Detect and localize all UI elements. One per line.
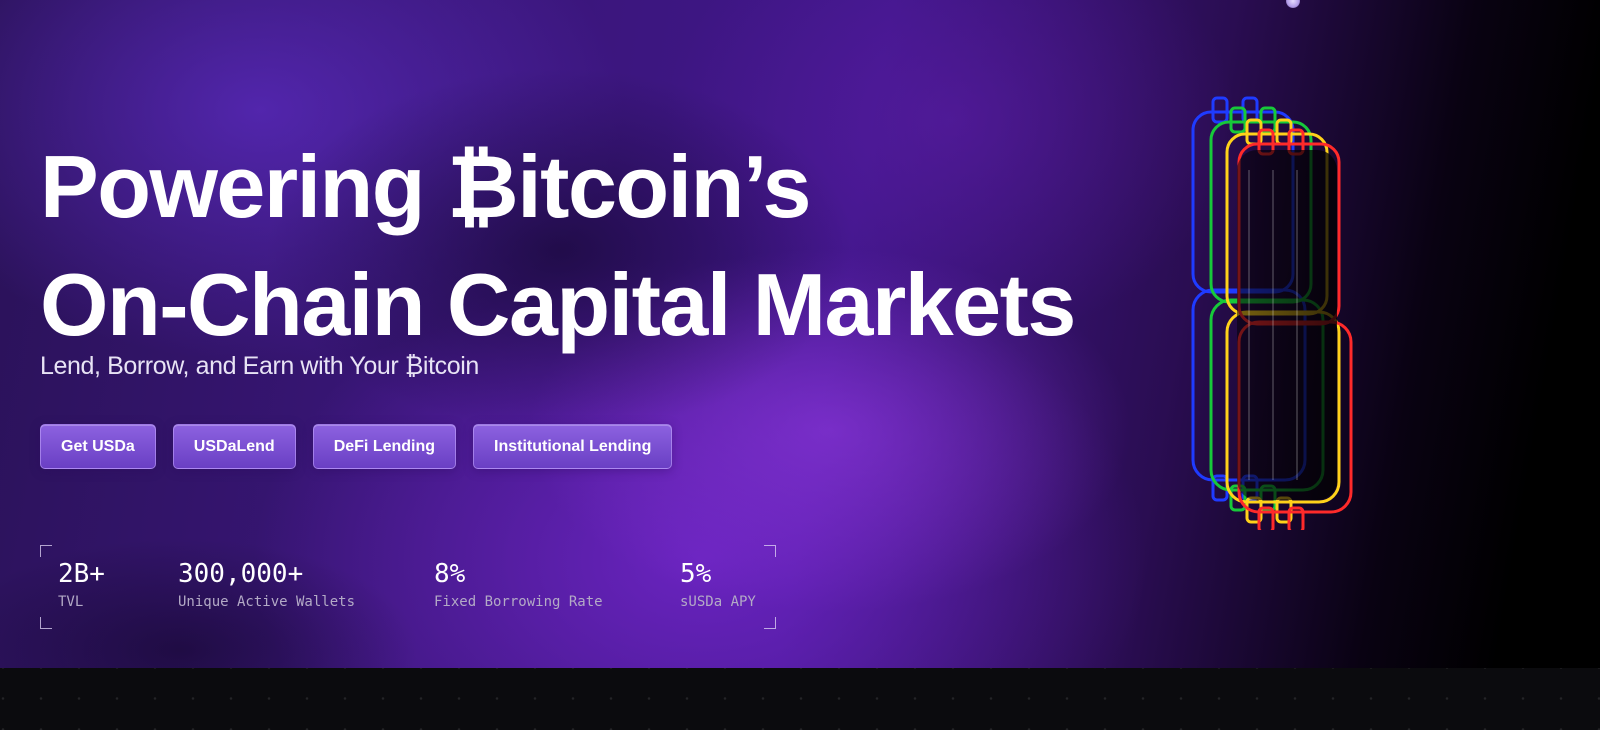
stats-corner-top-left <box>40 545 52 557</box>
stats-corner-top-right <box>764 545 776 557</box>
stat-label: TVL <box>58 594 84 610</box>
stat-label: sUSDa APY <box>680 594 756 610</box>
stat-fixed-borrowing-rate: 8% Fixed Borrowing Rate <box>434 559 603 611</box>
stat-susda-apy: 5% sUSDa APY <box>680 559 756 611</box>
stat-value: 2B+ <box>58 559 105 589</box>
stats-corner-bottom-right <box>764 617 776 629</box>
hero-subtitle: Lend, Borrow, and Earn with Your ₿itcoin <box>40 352 479 380</box>
get-usda-button[interactable]: Get USDa <box>40 424 156 469</box>
cta-button-row: Get USDa USDaLend DeFi Lending Instituti… <box>40 424 673 469</box>
stats-corner-bottom-left <box>40 617 52 629</box>
stat-tvl: 2B+ TVL <box>58 559 105 611</box>
usdalend-button[interactable]: USDaLend <box>172 424 296 469</box>
stat-value: 8% <box>434 559 466 589</box>
hero-section: Powering ₿itcoin’s On-Chain Capital Mark… <box>0 0 1600 668</box>
stat-value: 300,000+ <box>178 559 304 589</box>
hero-title-line-2: On-Chain Capital Markets <box>40 255 1076 354</box>
stat-unique-active-wallets: 300,000+ Unique Active Wallets <box>178 559 355 611</box>
stat-label: Fixed Borrowing Rate <box>434 594 603 610</box>
bitcoin-3d-icon <box>1191 96 1353 530</box>
page: Powering ₿itcoin’s On-Chain Capital Mark… <box>0 0 1600 730</box>
hero-title: Powering ₿itcoin’s On-Chain Capital Mark… <box>40 128 1076 364</box>
hero-title-line-1: Powering ₿itcoin’s <box>40 137 811 236</box>
stat-value: 5% <box>680 559 712 589</box>
stat-label: Unique Active Wallets <box>178 594 356 610</box>
defi-lending-button[interactable]: DeFi Lending <box>312 424 457 469</box>
bottom-dot-grid-strip <box>0 668 1600 730</box>
stats-panel: 2B+ TVL 300,000+ Unique Active Wallets 8… <box>40 545 776 629</box>
institutional-lending-button[interactable]: Institutional Lending <box>473 424 673 469</box>
